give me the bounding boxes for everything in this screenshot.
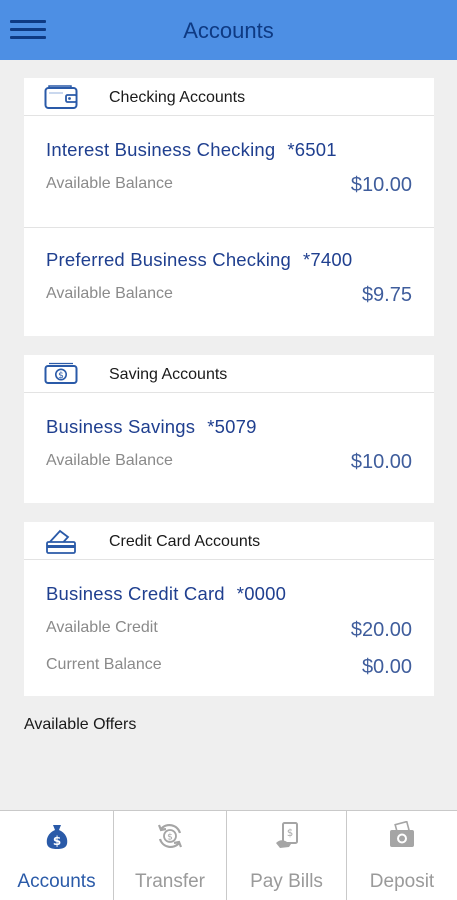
checking-accounts-card: Checking Accounts Interest Business Chec… bbox=[24, 78, 434, 336]
svg-text:$: $ bbox=[286, 828, 292, 839]
available-credit-value: $20.00 bbox=[350, 619, 412, 641]
svg-text:$: $ bbox=[52, 834, 60, 848]
saving-accounts-header: $ Saving Accounts bbox=[24, 355, 434, 393]
tab-deposit[interactable]: Deposit bbox=[347, 811, 457, 900]
tab-accounts[interactable]: $ Accounts bbox=[0, 811, 114, 900]
tab-transfer[interactable]: $ Transfer bbox=[114, 811, 227, 900]
account-name: Interest Business Checking *6501 bbox=[46, 139, 337, 160]
account-row-business-savings[interactable]: Business Savings *5079 Available Balance … bbox=[24, 394, 434, 503]
saving-accounts-card: $ Saving Accounts Business Savings *5079 … bbox=[24, 355, 434, 503]
checking-accounts-title: Checking Accounts bbox=[109, 89, 246, 106]
tab-label: Deposit bbox=[369, 871, 435, 892]
camera-deposit-icon bbox=[390, 821, 414, 847]
available-balance-value: $10.00 bbox=[350, 174, 412, 196]
account-number: *7400 bbox=[303, 249, 353, 270]
credit-card-accounts-card: Credit Card Accounts Business Credit Car… bbox=[24, 522, 434, 696]
account-number: *0000 bbox=[236, 583, 287, 604]
available-balance-label: Available Balance bbox=[46, 285, 173, 302]
cash-bill-icon: $ bbox=[44, 362, 78, 384]
transfer-cycle-icon: $ bbox=[157, 824, 183, 848]
tab-label: Pay Bills bbox=[250, 871, 323, 892]
available-balance-label: Available Balance bbox=[46, 175, 173, 192]
current-balance-value: $0.00 bbox=[361, 656, 412, 678]
current-balance-label: Current Balance bbox=[46, 656, 162, 673]
account-name: Business Savings *5079 bbox=[46, 416, 257, 437]
available-balance-label: Available Balance bbox=[46, 452, 173, 469]
credit-card-accounts-header: Credit Card Accounts bbox=[24, 522, 434, 560]
page-title: Accounts bbox=[183, 18, 274, 43]
bottom-tab-bar: $ Accounts $ Transfer $ Pay Bills Deposi… bbox=[0, 810, 457, 900]
money-bag-icon: $ bbox=[46, 825, 67, 849]
credit-card-icon bbox=[46, 529, 76, 554]
tab-label: Transfer bbox=[134, 871, 206, 892]
available-offers-heading: Available Offers bbox=[24, 716, 137, 733]
account-name: Business Credit Card *0000 bbox=[46, 583, 287, 604]
account-number: *6501 bbox=[287, 139, 337, 160]
svg-text:$: $ bbox=[58, 371, 64, 381]
app-header: Accounts bbox=[0, 0, 457, 60]
pay-bills-icon: $ bbox=[275, 822, 298, 848]
account-name: Preferred Business Checking *7400 bbox=[46, 249, 353, 270]
available-balance-value: $9.75 bbox=[361, 284, 412, 306]
account-row-interest-checking[interactable]: Interest Business Checking *6501 Availabl… bbox=[24, 117, 434, 227]
account-row-business-credit-card[interactable]: Business Credit Card *0000 Available Cred… bbox=[24, 561, 434, 696]
tab-pay-bills[interactable]: $ Pay Bills bbox=[227, 811, 347, 900]
account-number: *5079 bbox=[207, 416, 257, 437]
available-balance-value: $10.00 bbox=[350, 451, 412, 473]
available-credit-label: Available Credit bbox=[46, 619, 158, 636]
credit-card-accounts-title: Credit Card Accounts bbox=[109, 533, 261, 550]
account-row-preferred-checking[interactable]: Preferred Business Checking *7400 Availab… bbox=[24, 228, 434, 336]
tab-label: Accounts bbox=[17, 871, 96, 892]
saving-accounts-title: Saving Accounts bbox=[109, 366, 228, 383]
wallet-icon bbox=[44, 85, 78, 109]
checking-accounts-header: Checking Accounts bbox=[24, 78, 434, 116]
svg-text:$: $ bbox=[167, 833, 173, 843]
